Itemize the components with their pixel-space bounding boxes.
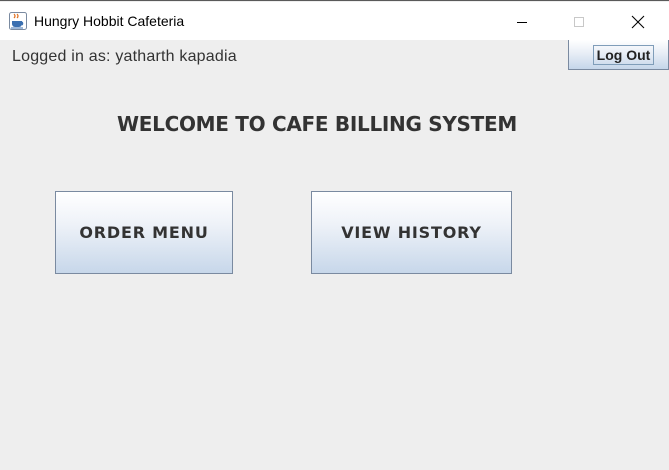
logged-in-label: Logged in as: yatharth kapadia bbox=[12, 48, 237, 65]
close-button[interactable] bbox=[615, 3, 661, 40]
close-icon bbox=[631, 15, 645, 28]
order-menu-button[interactable]: ORDER MENU bbox=[55, 191, 233, 274]
minimize-icon bbox=[517, 21, 527, 23]
log-out-button[interactable]: Log Out bbox=[568, 40, 669, 70]
log-out-label: Log Out bbox=[593, 45, 654, 65]
main-panel: Logged in as: yatharth kapadia Log Out W… bbox=[0, 40, 669, 470]
window-title: Hungry Hobbit Cafeteria bbox=[34, 13, 185, 29]
welcome-heading: WELCOME TO CAFE BILLING SYSTEM bbox=[117, 112, 517, 136]
title-bar[interactable]: Hungry Hobbit Cafeteria bbox=[0, 2, 669, 40]
view-history-button[interactable]: VIEW HISTORY bbox=[311, 191, 512, 274]
minimize-button[interactable] bbox=[499, 3, 545, 40]
maximize-icon bbox=[574, 16, 584, 27]
maximize-button bbox=[556, 3, 602, 40]
app-window: Hungry Hobbit Cafeteria Logged in as: ya… bbox=[0, 0, 669, 470]
java-coffee-cup-icon bbox=[9, 12, 27, 30]
